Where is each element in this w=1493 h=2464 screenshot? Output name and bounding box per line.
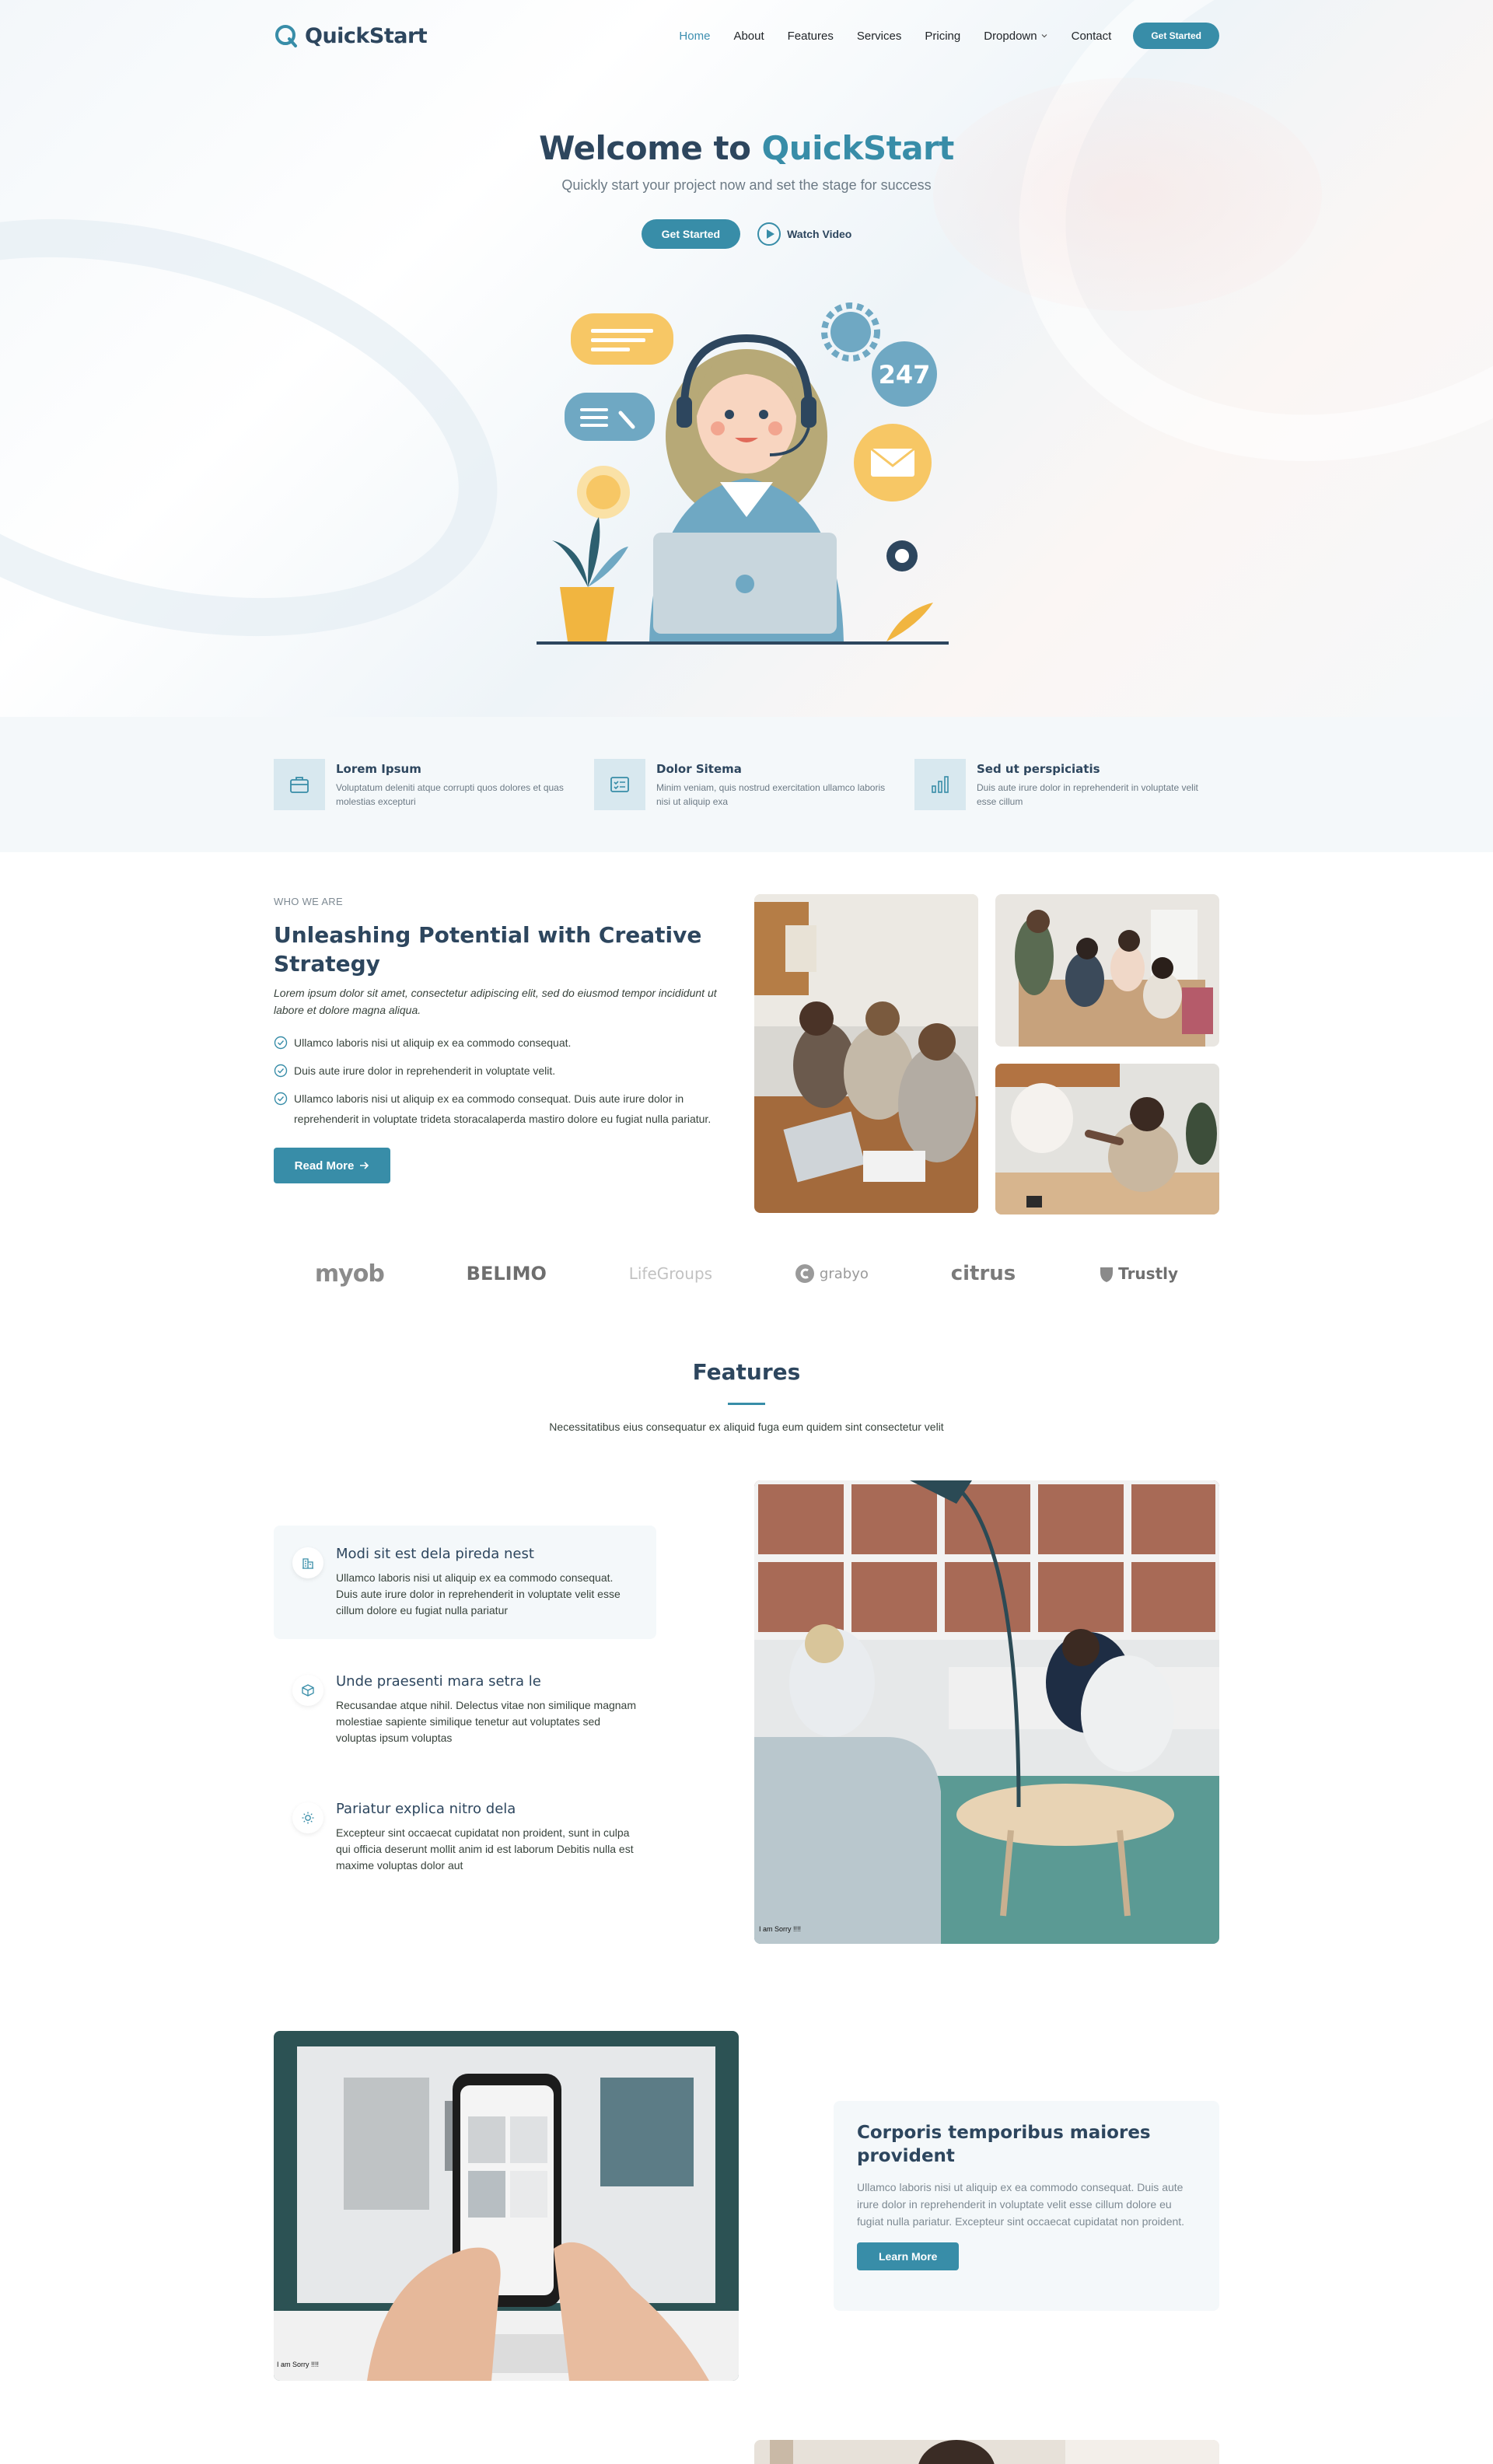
nav-pricing[interactable]: Pricing [925,30,960,43]
buildings-icon [292,1547,323,1578]
client-logo-grabyo: grabyo [795,1263,869,1284]
box-icon [292,1675,323,1706]
feature-strip: Lorem Ipsum Voluptatum deleniti atque co… [0,717,1493,852]
learn-more-button[interactable]: Learn More [857,2242,960,2270]
list-item: Ullamco laboris nisi ut aliquip ex ea co… [274,1033,733,1053]
client-logo-citrus: citrus [950,1262,1016,1285]
main-nav: Home About Features Services Pricing Dro… [679,30,1111,43]
feature-text: Recusandae atque nihil. Delectus vitae n… [336,1699,636,1744]
hero-section: QuickStart Home About Features Services … [0,0,1493,717]
hero-background-glow [933,78,1322,311]
bar-chart-icon [914,759,966,810]
arrow-right-icon [360,1162,369,1169]
hero-subtitle: Quickly start your project now and set t… [561,177,932,193]
handshake-photo [995,1064,1219,1215]
promo-title: Corporis temporibus maiores provident [857,2123,1151,2166]
customer-support-illustration: 247 [537,302,949,645]
hero-title-accent: QuickStart [761,129,955,167]
features-title: Features [692,1359,801,1385]
title-underline [728,1403,765,1405]
feature-title: Unde praesenti mara setra le [336,1673,541,1690]
client-logo-belimo: BELIMO [466,1263,547,1284]
strip-item: Sed ut perspiciatis Duis aute irure dolo… [914,759,1210,810]
card-checklist-icon [594,759,645,810]
strip-item-title: Sed ut perspiciatis [977,762,1100,776]
list-item-text: Ullamco laboris nisi ut aliquip ex ea co… [294,1036,572,1049]
about-lead: Lorem ipsum dolor sit amet, consectetur … [274,987,717,1016]
feature-title: Pariatur explica nitro dela [336,1801,516,1817]
feature-text: Excepteur sint occaecat cupidatat non pr… [336,1826,634,1872]
hero-get-started-button[interactable]: Get Started [641,219,741,249]
nav-contact[interactable]: Contact [1072,30,1112,43]
read-more-button[interactable]: Read More [274,1148,390,1183]
strip-item: Lorem Ipsum Voluptatum deleniti atque co… [274,759,569,810]
nav-home[interactable]: Home [679,30,710,43]
client-logo-trustly: Trustly [1098,1264,1178,1283]
read-more-label: Read More [294,1159,355,1173]
nav-dropdown-label: Dropdown [984,29,1037,43]
phone-app-photo: I am Sorry !!!! [274,2031,739,2381]
client-logos: myob BELIMO LifeGroups grabyo citrus Tru… [274,1250,1219,1297]
feature-tab[interactable]: Modi sit est dela pireda nest Ullamco la… [274,1526,656,1639]
feature-tab[interactable]: Unde praesenti mara setra le Recusandae … [274,1653,656,1767]
briefcase-icon [274,759,325,810]
strip-item-text: Minim veniam, quis nostrud exercitation … [656,782,886,807]
site-header: QuickStart Home About Features Services … [274,0,1219,72]
next-section-photo [754,2440,1219,2464]
team-meeting-photo [754,894,978,1213]
header-get-started-button[interactable]: Get Started [1133,23,1219,49]
grabyo-mark-icon [795,1264,814,1283]
logo-text: QuickStart [305,23,428,48]
features-subtitle: Necessitatibus eius consequatur ex aliqu… [549,1421,944,1433]
sun-icon [292,1802,323,1833]
team-table-photo [995,894,1219,1047]
list-item: Ullamco laboris nisi ut aliquip ex ea co… [274,1089,733,1129]
hero-title: Welcome to QuickStart [0,129,1493,167]
feature-text: Ullamco laboris nisi ut aliquip ex ea co… [336,1571,621,1616]
client-logo-grabyo-text: grabyo [819,1265,869,1282]
play-circle-icon [757,222,781,246]
strip-item-text: Duis aute irure dolor in reprehenderit i… [977,782,1198,807]
strip-item: Dolor Sitema Minim veniam, quis nostrud … [594,759,890,810]
watch-video-button[interactable]: Watch Video [757,222,851,246]
feature-tab[interactable]: Pariatur explica nitro dela Excepteur si… [274,1781,656,1894]
client-logo-myob: myob [314,1260,385,1288]
nav-features[interactable]: Features [788,30,834,43]
list-item: Duis aute irure dolor in reprehenderit i… [274,1061,733,1081]
about-kicker: WHO WE ARE [274,896,343,907]
watch-video-label: Watch Video [787,228,852,240]
badge-247: 247 [879,360,931,390]
client-logo-trustly-text: Trustly [1118,1264,1179,1283]
list-item-text: Ullamco laboris nisi ut aliquip ex ea co… [294,1092,712,1125]
promo-card: Corporis temporibus maiores provident Ul… [834,2101,1219,2311]
image-caption: I am Sorry !!!! [759,1925,802,1933]
strip-item-title: Lorem Ipsum [336,762,421,776]
office-lounge-photo: I am Sorry !!!! [754,1480,1219,1944]
chevron-down-icon [1041,34,1047,38]
nav-services[interactable]: Services [857,30,902,43]
nav-dropdown[interactable]: Dropdown [984,30,1047,43]
image-caption: I am Sorry !!!! [277,2361,320,2368]
about-checklist: Ullamco laboris nisi ut aliquip ex ea co… [274,1033,733,1137]
strip-item-text: Voluptatum deleniti atque corrupti quos … [336,782,564,807]
hero-actions: Get Started Watch Video [0,219,1493,249]
nav-about[interactable]: About [733,30,764,43]
about-title: Unleashing Potential with Creative Strat… [274,922,702,977]
trustly-mark-icon [1100,1267,1114,1282]
check-circle-icon [274,1092,288,1106]
promo-text: Ullamco laboris nisi ut aliquip ex ea co… [857,2181,1185,2228]
check-circle-icon [274,1064,288,1078]
hero-title-pre: Welcome to [539,129,751,167]
check-circle-icon [274,1036,288,1050]
logo[interactable]: QuickStart [274,23,428,48]
list-item-text: Duis aute irure dolor in reprehenderit i… [294,1064,556,1077]
logo-q-icon [275,25,297,47]
client-logo-lifegroups: LifeGroups [628,1264,713,1283]
feature-title: Modi sit est dela pireda nest [336,1546,534,1562]
strip-item-title: Dolor Sitema [656,762,742,776]
